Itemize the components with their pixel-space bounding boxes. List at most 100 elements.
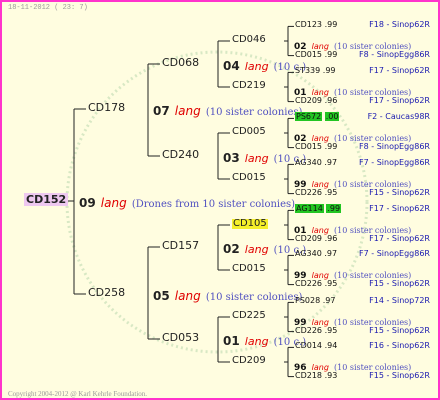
leaf-bottom-value: .96 [324,233,338,243]
leaf-bottom-value: .95 [324,278,338,288]
level2-prefix: 01 [223,334,240,348]
level1-lang: lang [174,104,201,118]
leaf-bottom-id: CD218 .93 [295,370,338,380]
level2-node: CD053 [162,331,200,344]
level1-prefix: 07 [153,104,170,118]
leaf-bottom-id: CD015 .99 [295,141,338,151]
leaf-top-value: .97 [322,296,336,306]
leaf-top-code: PS028 [295,296,321,306]
leaf-bottom-line: F15 - Sinop62R [369,325,430,335]
level2-info: 02 lang (10 c.) [223,240,306,256]
level3-node: CD005 [232,126,266,137]
level1-lang: lang [174,289,201,303]
leaf-top-id: PS672 .00 [295,112,340,122]
level2-lang: lang [244,335,269,348]
leaf-top-line: F18 - Sinop62R [369,20,430,30]
level3-node: CD015 [232,263,266,274]
leaf-bottom-line: F15 - Sinop62R [369,278,430,288]
leaf-top-value: .00 [324,112,340,122]
level3-node: CD225 [232,310,266,321]
leaf-bottom-value: .96 [324,95,338,105]
level3-node: CD219 [232,80,266,91]
root-node: CD152 [24,193,69,206]
level2-node: CD240 [162,148,200,161]
level2-lang: lang [244,60,269,73]
leaf-top-line: F2 - Caucas98R [367,112,430,122]
level1-info: 07 lang (10 sister colonies) [153,102,302,118]
level2-node: CD068 [162,56,200,69]
leaf-top-value: .99 [326,204,342,214]
leaf-top-value: .97 [324,158,338,168]
leaf-bottom-value: .95 [324,187,338,197]
level2-info: 04 lang (10 c.) [223,57,306,73]
level1-note: (10 sister colonies) [205,292,303,303]
level1-info: 05 lang (10 sister colonies) [153,287,302,303]
leaf-bottom-code: CD226 [295,325,323,335]
leaf-bottom-line: F8 - SinopEgg86R [359,49,430,59]
leaf-bottom-id: CD226 .95 [295,325,338,335]
leaf-bottom-value: .99 [324,141,338,151]
leaf-top-code: CD014 [295,341,323,351]
leaf-top-id: AG114 .99 [295,204,342,214]
root-prefix: 09 [79,196,96,210]
level2-lang: lang [244,243,269,256]
leaf-bottom-line: F17 - Sinop62R [369,233,430,243]
leaf-top-line: F7 - SinopEgg86R [359,249,430,259]
level2-lang: lang [244,152,269,165]
copyright: Copyright 2004-2012 @ Karl Kehrle Founda… [8,390,148,398]
leaf-top-value: .97 [324,249,338,259]
root-info: 09 lang (Drones from 10 sister colonies) [79,194,295,210]
leaf-bottom-value: .99 [324,49,338,59]
leaf-top-line: F7 - SinopEgg86R [359,158,430,168]
leaf-bottom-line: F17 - Sinop62R [369,95,430,105]
date-stamp: 18-11-2012 ( 23: 7) [8,4,88,12]
level2-prefix: 04 [223,59,240,73]
root-lang: lang [100,196,127,210]
leaf-top-value: .99 [322,66,336,76]
leaf-top-id: PS028 .97 [295,297,335,305]
leaf-bottom-line: F15 - Sinop62R [369,187,430,197]
leaf-bottom-code: CD226 [295,278,323,288]
leaf-top-code: AG340 [295,249,322,259]
level3-node: CD046 [232,34,266,45]
level2-prefix: 03 [223,151,240,165]
level2-prefix: 02 [223,242,240,256]
leaf-top-line: F14 - Sinop72R [369,296,430,306]
leaf-top-value: .99 [324,20,338,30]
leaf-top-code: CD123 [295,20,323,30]
level3-node: CD015 [232,172,266,183]
leaf-bottom-id: CD209 .96 [295,233,338,243]
level1-node: CD258 [88,286,126,299]
leaf-bottom-code: CD218 [295,370,323,380]
leaf-bottom-id: CD209 .96 [295,95,338,105]
leaf-top-line: F16 - Sinop62R [369,341,430,351]
leaf-top-id: AG340 .97 [295,159,337,167]
level2-info: 01 lang (10 c.) [223,332,306,348]
leaf-bottom-code: CD226 [295,187,323,197]
leaf-bottom-line: F15 - Sinop62R [369,370,430,380]
leaf-top-line: F17 - Sinop62R [369,66,430,76]
level3-node: CD209 [232,355,266,366]
leaf-top-code: ST339 [295,66,321,76]
level3-node: CD105 [232,218,268,229]
leaf-bottom-id: CD226 .95 [295,278,338,288]
leaf-bottom-id: CD015 .99 [295,49,338,59]
level2-info: 03 lang (10 c.) [223,149,306,165]
leaf-bottom-code: CD209 [295,233,323,243]
leaf-top-code: AG340 [295,158,322,168]
root-note: (Drones from 10 sister colonies) [131,199,296,210]
leaf-top-line: F17 - Sinop62R [369,204,430,214]
leaf-bottom-value: .95 [324,325,338,335]
level2-node: CD157 [162,239,200,252]
pedigree-page: 18-11-2012 ( 23: 7) CD152 09 lang (Drone… [0,0,440,400]
leaf-bottom-value: .93 [324,370,338,380]
leaf-top-id: ST339 .99 [295,67,336,75]
level1-node: CD178 [88,101,126,114]
level1-prefix: 05 [153,289,170,303]
leaf-bottom-id: CD226 .95 [295,187,338,197]
leaf-top-id: AG340 .97 [295,250,337,258]
leaf-top-code: AG114 [295,204,324,214]
leaf-bottom-code: CD015 [295,141,323,151]
leaf-bottom-code: CD209 [295,95,323,105]
leaf-top-value: .94 [324,341,338,351]
